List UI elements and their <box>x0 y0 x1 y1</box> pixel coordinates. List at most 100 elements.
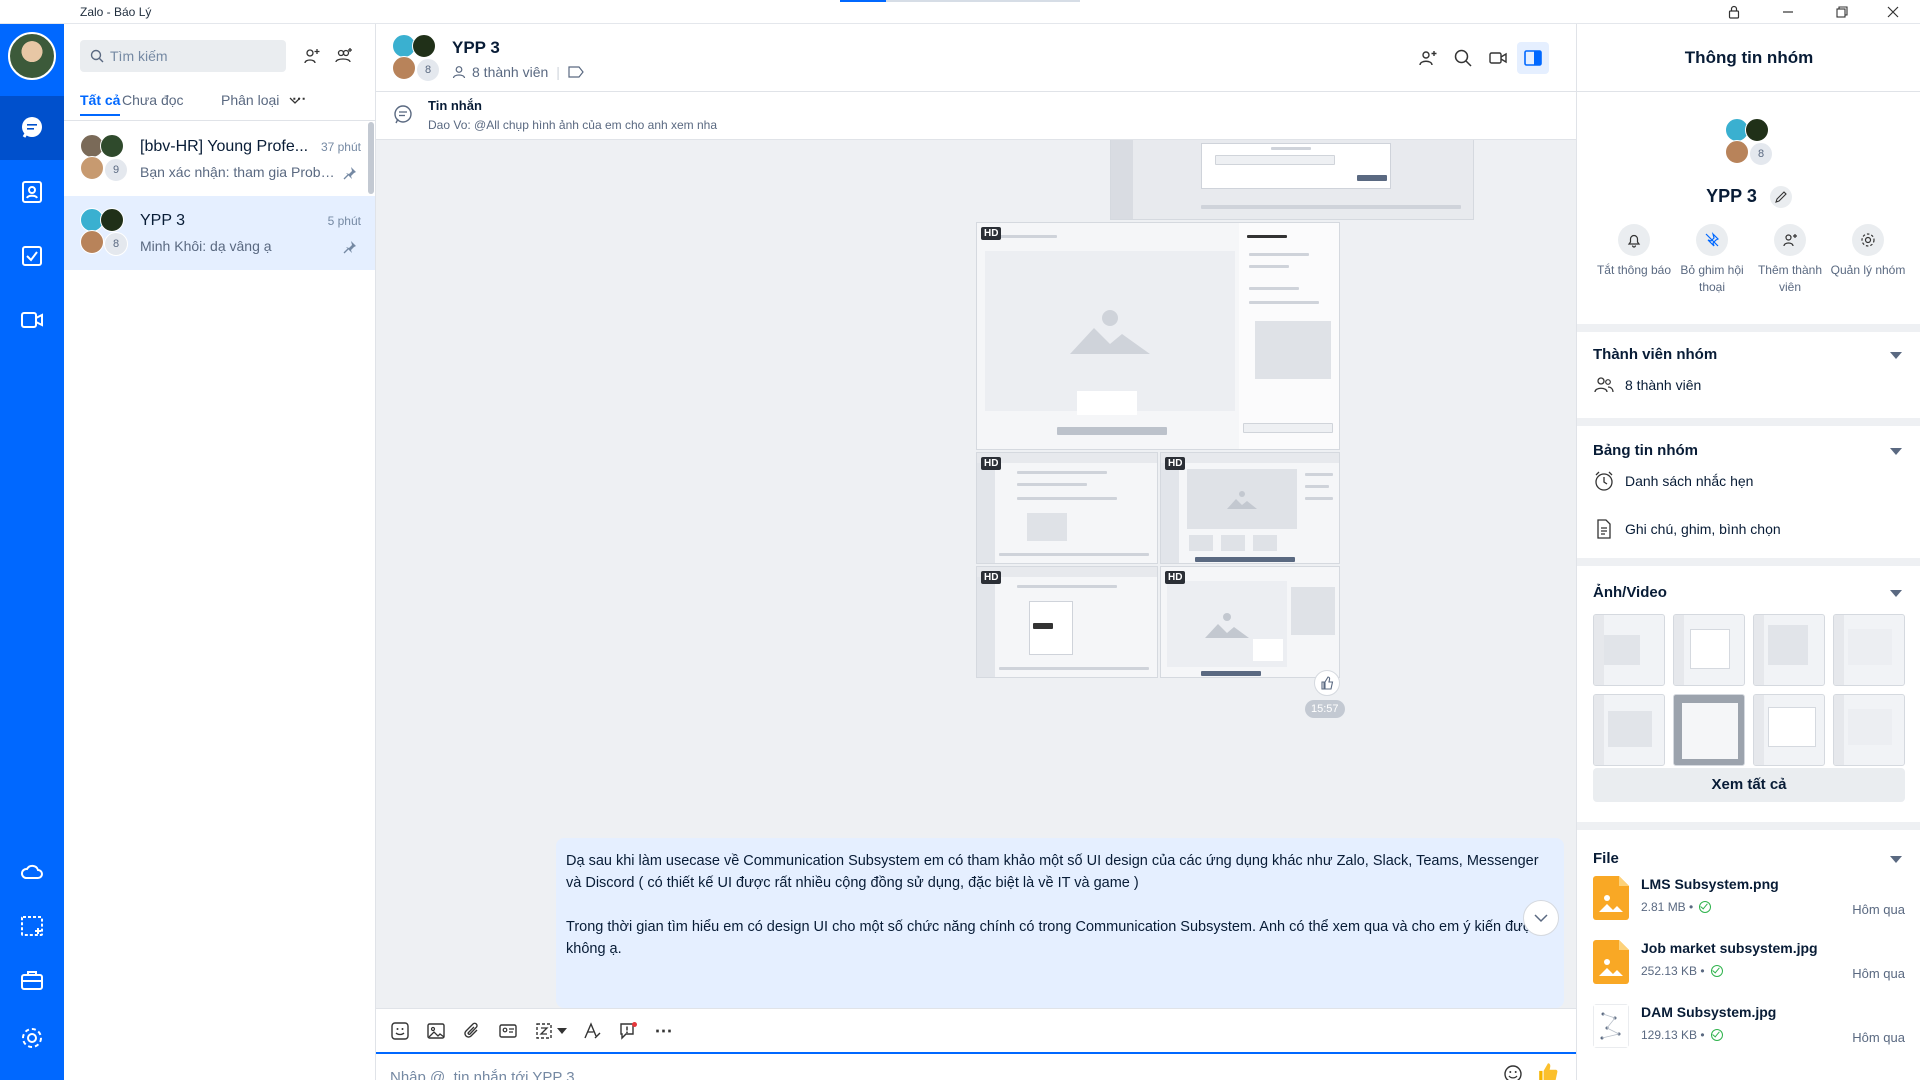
conversation-preview: Bạn xác nhận: tham gia Probl... <box>140 164 335 180</box>
edit-name-button[interactable] <box>1769 186 1792 209</box>
message-timestamp: 15:57 <box>1305 700 1345 718</box>
board-section-title[interactable]: Bảng tin nhóm <box>1593 442 1698 459</box>
react-button[interactable] <box>1314 670 1340 696</box>
notes-label: Ghi chú, ghim, bình chọn <box>1625 521 1781 537</box>
members-section-title[interactable]: Thành viên nhóm <box>1593 346 1717 363</box>
user-avatar[interactable] <box>8 32 56 80</box>
file-item[interactable]: DAM Subsystem.jpg 129.13 KB • Hôm qua <box>1593 1000 1905 1056</box>
add-member-button[interactable]: Thêm thành viên <box>1751 224 1829 296</box>
format-text-button[interactable] <box>578 1017 606 1045</box>
members-count: 8 thành viên <box>1625 377 1702 393</box>
image-attachment[interactable]: HD <box>1160 566 1340 678</box>
group-avatar[interactable]: 8 <box>392 34 440 82</box>
image-attachment[interactable]: HD <box>976 452 1158 564</box>
image-attachment[interactable]: HD <box>1160 452 1340 564</box>
add-member-button[interactable] <box>1412 42 1444 74</box>
sticker-button[interactable] <box>386 1017 414 1045</box>
mute-notifications-button[interactable]: Tắt thông báo <box>1595 224 1673 279</box>
nav-settings[interactable] <box>0 1006 64 1070</box>
classify-label: Phân loại <box>221 92 280 108</box>
image-attachment[interactable]: HD <box>976 566 1158 678</box>
conversation-time: 5 phút <box>327 214 361 228</box>
screenshot-icon <box>536 1023 552 1039</box>
screenshot-options-dropdown[interactable] <box>554 1017 570 1045</box>
classify-dropdown[interactable]: Phân loại <box>221 92 301 108</box>
nav-video[interactable] <box>0 288 64 352</box>
search-button[interactable] <box>1447 42 1479 74</box>
media-thumbnail[interactable] <box>1833 614 1905 686</box>
tab-all[interactable]: Tất cả <box>80 92 121 116</box>
media-thumbnail[interactable] <box>1673 614 1745 686</box>
minimize-button[interactable] <box>1761 0 1815 24</box>
group-avatar[interactable]: 8 <box>1725 118 1779 172</box>
member-count: 8 <box>416 58 440 82</box>
member-summary[interactable]: 8 thành viên | <box>452 64 590 80</box>
video-call-button[interactable] <box>1482 42 1514 74</box>
unpin-icon <box>1705 232 1720 247</box>
media-thumbnail[interactable] <box>1753 614 1825 686</box>
add-friend-button[interactable] <box>296 40 328 72</box>
tag-icon[interactable] <box>568 66 584 78</box>
create-group-button[interactable] <box>328 40 360 72</box>
briefcase-icon <box>21 971 43 990</box>
restore-button[interactable] <box>1815 0 1869 24</box>
media-thumbnail[interactable] <box>1753 694 1825 766</box>
search-box[interactable]: Tìm kiếm <box>80 40 286 72</box>
media-thumbnail[interactable] <box>1593 694 1665 766</box>
message-icon <box>394 105 412 124</box>
caret-down-icon <box>557 1028 567 1034</box>
attach-file-button[interactable] <box>458 1017 486 1045</box>
collapse-caret-icon[interactable] <box>1890 448 1902 455</box>
contact-card-button[interactable] <box>494 1017 522 1045</box>
collapse-caret-icon[interactable] <box>1890 856 1902 863</box>
lock-icon[interactable] <box>1707 0 1761 24</box>
tab-unread[interactable]: Chưa đọc <box>122 92 184 108</box>
bell-icon <box>1627 234 1641 248</box>
nav-contacts[interactable] <box>0 160 64 224</box>
thumbs-up-icon <box>1321 676 1334 690</box>
file-item[interactable]: LMS Subsystem.png 2.81 MB • Hôm qua <box>1593 872 1905 928</box>
media-thumbnail[interactable] <box>1593 614 1665 686</box>
nav-todo[interactable] <box>0 224 64 288</box>
conversation-tabs: Tất cả Chưa đọc Phân loại ⋯ <box>80 90 370 122</box>
see-all-media-button[interactable]: Xem tất cả <box>1593 768 1905 802</box>
image-attachment[interactable]: HD <box>976 222 1340 450</box>
manage-group-button[interactable]: Quản lý nhóm <box>1829 224 1907 279</box>
list-scrollbar[interactable] <box>368 122 374 194</box>
image-attachment[interactable] <box>1110 140 1474 220</box>
chat-bubble-icon <box>22 117 42 138</box>
toggle-info-panel-button[interactable] <box>1517 42 1549 74</box>
reminders-label: Danh sách nhắc hẹn <box>1625 473 1754 489</box>
more-options-icon[interactable]: ⋯ <box>292 90 307 107</box>
reminders-row[interactable]: Danh sách nhắc hẹn <box>1593 470 1753 492</box>
conversation-item[interactable]: 9 [bbv-HR] Young Profe... 37 phút Bạn xá… <box>64 122 375 196</box>
quick-like-button[interactable] <box>1534 1058 1562 1080</box>
add-friend-icon <box>304 49 320 64</box>
message-input[interactable] <box>390 1054 1490 1080</box>
members-row[interactable]: 8 thành viên <box>1593 374 1701 396</box>
collapse-caret-icon[interactable] <box>1890 352 1902 359</box>
nav-toolbox[interactable] <box>0 948 64 1012</box>
file-name: LMS Subsystem.png <box>1641 876 1779 892</box>
group-avatar: 8 <box>80 208 128 256</box>
nav-messages[interactable] <box>0 96 64 160</box>
media-thumbnail[interactable] <box>1673 694 1745 766</box>
text-message[interactable]: Dạ sau khi làm usecase về Communication … <box>556 838 1564 1008</box>
media-section-title[interactable]: Ảnh/Video <box>1593 584 1667 601</box>
emoji-button[interactable] <box>1499 1060 1527 1080</box>
conversation-item[interactable]: 8 YPP 3 5 phút Minh Khôi: dạ vâng ạ <box>64 196 375 270</box>
unpin-conversation-button[interactable]: Bỏ ghim hội thoại <box>1673 224 1751 296</box>
close-button[interactable] <box>1866 0 1920 24</box>
collapse-caret-icon[interactable] <box>1890 590 1902 597</box>
more-tools-icon[interactable]: ⋯ <box>650 1017 678 1045</box>
notes-row[interactable]: Ghi chú, ghim, bình chọn <box>1593 518 1781 540</box>
urgent-message-button[interactable] <box>614 1017 642 1045</box>
file-section-title[interactable]: File <box>1593 850 1619 867</box>
check-icon <box>1699 901 1712 913</box>
pinned-message[interactable]: Tin nhắn Dao Vo: @All chụp hình ảnh của … <box>376 92 1576 140</box>
scroll-to-bottom-button[interactable] <box>1523 900 1559 936</box>
section-separator <box>1577 324 1920 332</box>
file-item[interactable]: Job market subsystem.jpg 252.13 KB • Hôm… <box>1593 936 1905 992</box>
media-thumbnail[interactable] <box>1833 694 1905 766</box>
image-button[interactable] <box>422 1017 450 1045</box>
